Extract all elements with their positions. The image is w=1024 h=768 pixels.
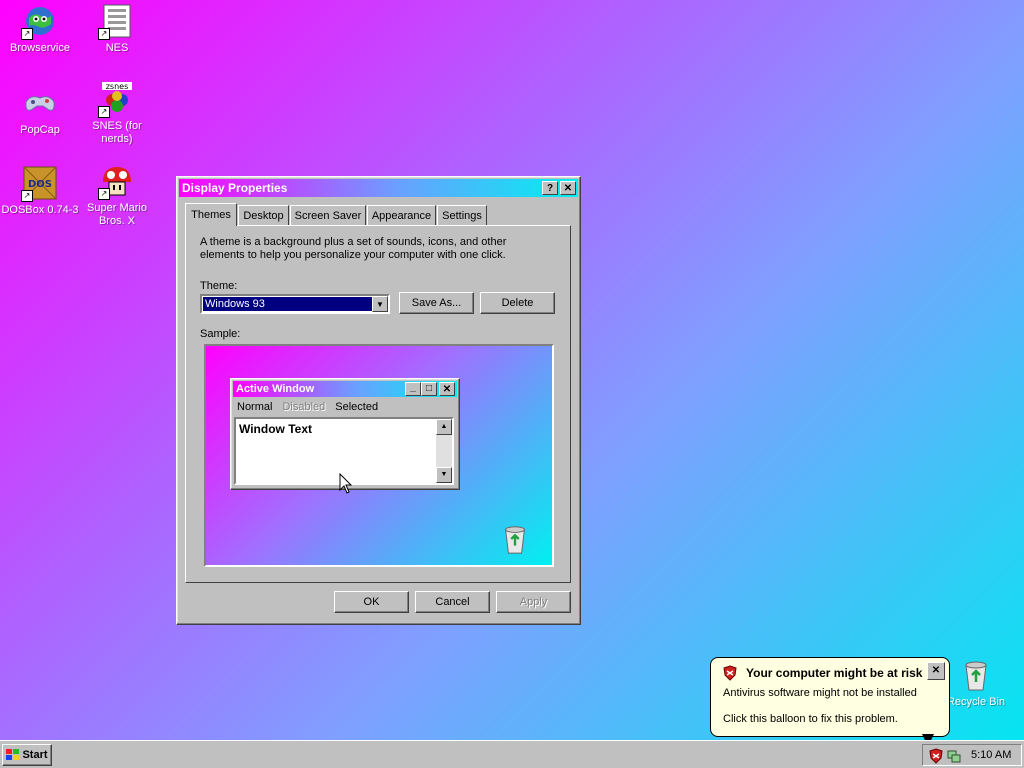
desktop-icon-browservice[interactable]: ↗ Browservice [0, 4, 80, 55]
apply-button[interactable]: Apply [496, 591, 571, 613]
shield-icon [723, 665, 737, 684]
desktop-icon-dosbox[interactable]: DOS ↗ DOSBox 0.74-3 [0, 166, 80, 217]
sample-menu-normal: Normal [237, 401, 273, 413]
sample-menu: Normal Disabled Selected [231, 399, 459, 415]
desktop-icon-nes[interactable]: ↗ NES [77, 4, 157, 55]
tab-desktop[interactable]: Desktop [238, 205, 289, 225]
svg-text:zsnes: zsnes [106, 82, 129, 91]
balloon-close-button[interactable]: ✕ [927, 662, 945, 680]
maximize-icon: □ [421, 382, 437, 396]
dosbox-icon: DOS ↗ [21, 166, 57, 202]
security-balloon[interactable]: Your computer might be at risk ✕ Antivir… [710, 657, 950, 737]
sample-menu-selected: Selected [335, 401, 379, 413]
desktop-icon-snes[interactable]: zsnes ↗ SNES (for nerds) [77, 82, 157, 146]
theme-description: A theme is a background plus a set of so… [200, 236, 507, 261]
sample-label: Sample: [200, 328, 241, 340]
svg-text:DOS: DOS [28, 179, 52, 190]
windows-logo-icon [6, 749, 20, 761]
themes-panel: A theme is a background plus a set of so… [185, 225, 571, 583]
window-title: Display Properties [182, 181, 288, 195]
balloon-line-1: Antivirus software might not be installe… [723, 687, 917, 699]
theme-combobox-value: Windows 93 [203, 297, 375, 311]
theme-combobox[interactable]: Windows 93 ▼ [200, 294, 390, 314]
start-button[interactable]: Start [2, 744, 52, 766]
network-tray-icon[interactable] [947, 748, 961, 767]
tab-appearance[interactable]: Appearance [367, 205, 436, 225]
desktop-icon-label: DOSBox 0.74-3 [1, 204, 79, 216]
nes-file-icon: ↗ [98, 4, 134, 40]
start-label: Start [22, 749, 48, 761]
balloon-title: Your computer might be at risk [746, 666, 923, 680]
desktop-icon-label: Super Mario Bros. X [87, 202, 147, 227]
sample-window-title: Active Window [236, 383, 315, 395]
recycle-bin-icon [959, 658, 993, 692]
mouse-cursor-icon [339, 472, 353, 498]
mushroom-icon: ↗ [98, 164, 134, 200]
help-button[interactable]: ? [542, 181, 558, 195]
tab-screen-saver[interactable]: Screen Saver [290, 205, 366, 225]
system-tray: 5:10 AM [922, 744, 1022, 766]
save-as-button[interactable]: Save As... [399, 292, 474, 314]
display-properties-window: Display Properties ? ✕ Themes Desktop Sc… [176, 176, 581, 625]
gamepad-icon [23, 86, 57, 120]
sample-title-bar: Active Window _ □ ✕ [233, 381, 457, 397]
sample-window-text: Window Text [239, 422, 312, 436]
zsnes-icon: zsnes ↗ [98, 82, 134, 118]
chevron-down-icon[interactable]: ▼ [372, 296, 388, 312]
desktop-icon-label: NES [105, 42, 129, 54]
desktop-icon-label: SNES (for nerds) [92, 120, 142, 145]
security-tray-icon[interactable] [929, 748, 943, 767]
taskbar: Start 5:10 AM [0, 740, 1024, 768]
close-button[interactable]: ✕ [560, 181, 576, 195]
close-icon: ✕ [439, 382, 455, 396]
tab-settings[interactable]: Settings [437, 205, 487, 225]
desktop-icon-label: Browservice [10, 42, 70, 54]
sample-menu-disabled: Disabled [282, 401, 326, 413]
sample-preview: Active Window _ □ ✕ Normal Disabled Sele… [204, 344, 554, 567]
title-bar[interactable]: Display Properties ? ✕ [179, 179, 578, 197]
balloon-line-2: Click this balloon to fix this problem. [723, 713, 898, 725]
sample-recycle-bin-icon [499, 522, 531, 559]
desktop-icon-smbx[interactable]: ↗ Super Mario Bros. X [77, 164, 157, 228]
globe-icon: ↗ [21, 4, 57, 40]
cancel-button[interactable]: Cancel [415, 591, 490, 613]
ok-button[interactable]: OK [334, 591, 409, 613]
theme-label: Theme: [200, 280, 238, 292]
scroll-up-icon: ▲ [436, 419, 452, 435]
sample-scrollbar: ▲ ▼ [436, 419, 452, 483]
delete-button[interactable]: Delete [480, 292, 555, 314]
desktop-icon-label: PopCap [20, 124, 60, 136]
scroll-down-icon: ▼ [436, 467, 452, 483]
desktop-icon-popcap[interactable]: PopCap [0, 86, 80, 137]
minimize-icon: _ [405, 382, 421, 396]
clock[interactable]: 5:10 AM [971, 749, 1011, 761]
tab-themes[interactable]: Themes [185, 203, 237, 226]
